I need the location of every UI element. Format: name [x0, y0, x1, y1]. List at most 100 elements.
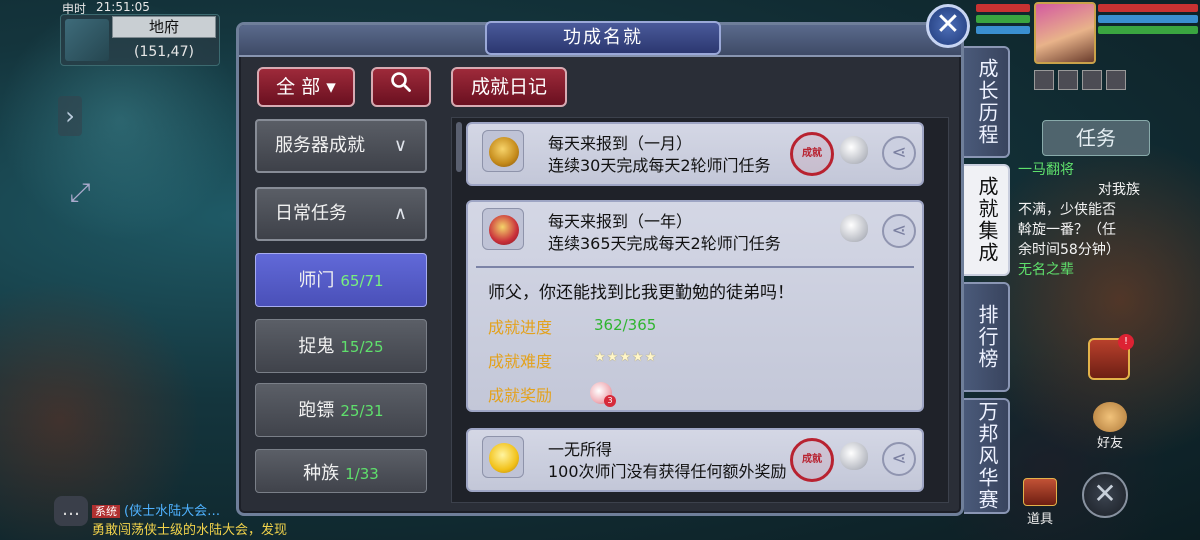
- task-line: 斡旋一番？（任: [1018, 222, 1116, 238]
- share-icon: ⋖: [891, 220, 907, 241]
- achievement-dialog: 功成名就 全 部 ▾ 成就日记 服务器成就 ∨ 日常任务 ∧ 师门 65/71 捉…: [236, 21, 964, 516]
- share-button[interactable]: ⋖: [882, 214, 916, 248]
- reward-count: 3: [604, 395, 616, 407]
- share-icon: ⋖: [891, 448, 907, 469]
- treasure-chest-icon[interactable]: !: [1088, 334, 1134, 380]
- peach-reward-icon: [840, 442, 868, 470]
- category-label: 日常任务: [275, 203, 347, 224]
- subcategory-count: 15/25: [340, 338, 384, 356]
- task-line: 不满，少侠能否: [1018, 202, 1116, 218]
- subcategory-count: 65/71: [340, 272, 384, 290]
- map-name: 地府: [112, 16, 216, 38]
- completed-seal-icon: 成就: [790, 438, 834, 482]
- achievement-card-expanded[interactable]: 每天来报到（一年） 连续365天完成每天2轮师门任务 ⋖ 师父，你还能找到比我更…: [466, 200, 924, 412]
- player-avatar[interactable]: [1034, 2, 1096, 64]
- party-status-bars: [976, 4, 1030, 37]
- chest-badge: !: [1118, 334, 1134, 350]
- search-button[interactable]: [371, 67, 431, 107]
- items-button[interactable]: 道具: [1018, 478, 1062, 528]
- subcategory-label: 捉鬼: [298, 336, 335, 357]
- achievement-list[interactable]: 每天来报到（一月） 连续30天完成每天2轮师门任务 成就 ⋖ 每天来报到（一年）…: [451, 117, 949, 503]
- share-button[interactable]: ⋖: [882, 136, 916, 170]
- crying-face-icon: [482, 436, 524, 478]
- dialog-title: 功成名就: [485, 21, 721, 55]
- difficulty-stars: ★★★★★: [594, 350, 658, 365]
- tab-growth-history[interactable]: 成长历程: [964, 46, 1010, 158]
- category-label: 服务器成就: [275, 135, 365, 156]
- player-stat-bars: [1098, 4, 1198, 37]
- expand-left-arrow-icon[interactable]: ›: [58, 96, 82, 136]
- chevron-down-icon: ▾: [326, 76, 336, 98]
- subcategory-paobiao[interactable]: 跑镖 25/31: [255, 383, 427, 437]
- buff-icons: [1034, 70, 1126, 90]
- chat-message-2[interactable]: 勇敢闯荡侠士级的水陆大会，发现: [92, 519, 287, 538]
- tab-wanbang-contest[interactable]: 万邦风华赛: [964, 398, 1010, 514]
- category-daily-tasks[interactable]: 日常任务 ∧: [255, 187, 427, 241]
- completed-seal-icon: 成就: [790, 132, 834, 176]
- buff-icon[interactable]: [1034, 70, 1054, 90]
- progress-value: 362/365: [594, 316, 657, 334]
- subcategory-zhuogui[interactable]: 捉鬼 15/25: [255, 319, 427, 373]
- subcategory-zhongzu[interactable]: 种族 1/33: [255, 449, 427, 493]
- chat-message-1[interactable]: 系统 (侠士水陆大会…: [92, 500, 220, 519]
- chat-system-tag: 系统: [92, 505, 120, 518]
- buff-icon[interactable]: [1058, 70, 1078, 90]
- subcategory-count: 25/31: [340, 402, 384, 420]
- scrollbar[interactable]: [456, 122, 462, 172]
- bag-icon: [1023, 478, 1057, 506]
- gold-cauldron-icon: [482, 130, 524, 172]
- share-icon: ⋖: [891, 142, 907, 163]
- task-line: 一马翻将: [1018, 162, 1074, 178]
- tab-leaderboard[interactable]: 排行榜: [964, 282, 1010, 392]
- buff-icon[interactable]: [1106, 70, 1126, 90]
- achievement-quote: 师父，你还能找到比我更勤勉的徒弟吗！: [488, 283, 794, 303]
- peach-reward-icon: [840, 214, 868, 242]
- chevron-down-icon: ∨: [393, 135, 407, 156]
- task-line: 无名之辈: [1018, 262, 1074, 278]
- task-tracker[interactable]: 一马翻将 对我族 不满，少侠能否 斡旋一番？（任 余时间58分钟） 无名之辈: [1012, 160, 1192, 300]
- subcategory-label: 跑镖: [298, 400, 335, 421]
- fullscreen-expand-icon[interactable]: ⤢: [62, 175, 98, 211]
- time-display: 申时 21:51:05: [62, 0, 222, 16]
- chat-bubble-icon[interactable]: …: [54, 496, 88, 526]
- collapse-menu-icon[interactable]: ✕: [1082, 472, 1128, 518]
- achievement-description: 连续30天完成每天2轮师门任务: [548, 156, 771, 175]
- achievement-title: 一无所得: [548, 440, 613, 459]
- friends-label: 好友: [1096, 436, 1123, 451]
- task-line: 余时间58分钟）: [1018, 242, 1120, 258]
- search-icon: [390, 72, 412, 99]
- subcategory-label: 师门: [298, 270, 335, 291]
- reward-label: 成就奖励: [488, 386, 553, 405]
- tab-achievement-collection[interactable]: 成就集成: [964, 164, 1010, 276]
- achievement-title: 每天来报到（一年）: [548, 212, 693, 231]
- subcategory-label: 种族: [303, 463, 340, 484]
- chat-message-1-text: (侠士水陆大会…: [124, 504, 221, 519]
- tab-tasks[interactable]: 任务: [1042, 120, 1150, 156]
- achievement-card[interactable]: 每天来报到（一月） 连续30天完成每天2轮师门任务 成就 ⋖: [466, 122, 924, 186]
- difficulty-label: 成就难度: [488, 352, 553, 371]
- subcategory-shimen[interactable]: 师门 65/71: [255, 253, 427, 307]
- close-icon[interactable]: ✕: [926, 4, 970, 48]
- achievement-title: 每天来报到（一月）: [548, 134, 693, 153]
- achievement-card[interactable]: 一无所得 100次师门没有获得任何额外奖励 成就 ⋖: [466, 428, 924, 492]
- category-server-achievements[interactable]: 服务器成就 ∨: [255, 119, 427, 173]
- task-line: 对我族: [1098, 182, 1140, 198]
- reward-peach-icon[interactable]: 3: [590, 382, 616, 407]
- filter-all-dropdown[interactable]: 全 部 ▾: [257, 67, 355, 107]
- friends-button[interactable]: 好友: [1086, 402, 1134, 451]
- minimap-thumbnail: [65, 19, 109, 61]
- clock-label: 21:51:05: [96, 0, 150, 14]
- red-cauldron-icon: [482, 208, 524, 250]
- shichen-label: 申时: [62, 2, 87, 16]
- share-button[interactable]: ⋖: [882, 442, 916, 476]
- progress-label: 成就进度: [488, 318, 553, 337]
- subcategory-count: 1/33: [345, 465, 379, 483]
- handshake-icon: [1093, 402, 1127, 432]
- achievement-diary-button[interactable]: 成就日记: [451, 67, 567, 107]
- card-divider: [476, 266, 914, 268]
- achievement-description: 连续365天完成每天2轮师门任务: [548, 234, 781, 253]
- filter-label: 全 部: [276, 76, 321, 98]
- achievement-description: 100次师门没有获得任何额外奖励: [548, 462, 787, 481]
- buff-icon[interactable]: [1082, 70, 1102, 90]
- items-label: 道具: [1026, 512, 1053, 527]
